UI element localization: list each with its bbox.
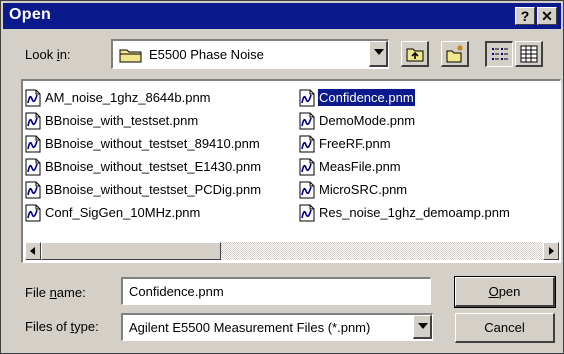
pnm-file-icon <box>25 181 41 199</box>
scroll-right-button[interactable] <box>543 242 559 260</box>
help-button[interactable]: ? <box>515 7 535 25</box>
look-in-label-pre: Look <box>25 47 57 62</box>
window-title: Open <box>9 6 52 23</box>
open-button-label: pen <box>498 284 521 299</box>
file-name-text: DemoMode.pnm <box>319 113 416 128</box>
look-in-label: Look in: <box>25 47 71 62</box>
pnm-file-icon <box>25 112 41 130</box>
create-new-folder-icon <box>446 45 463 63</box>
files-of-type-label-post: ype: <box>74 319 99 334</box>
chevron-down-icon <box>418 323 428 329</box>
pnm-file-icon <box>299 181 315 199</box>
list-view-icon <box>492 48 508 60</box>
file-name-text: MicroSRC.pnm <box>319 182 408 197</box>
pnm-file-icon <box>299 158 315 176</box>
look-in-combobox[interactable]: E5500 Phase Noise <box>111 39 389 69</box>
file-name-input[interactable]: Confidence.pnm <box>121 277 431 305</box>
pnm-file-icon <box>299 135 315 153</box>
scroll-left-button[interactable] <box>25 242 41 260</box>
file-name-text: BBnoise_without_testset_PCDig.pnm <box>45 182 262 197</box>
files-of-type-label: Files of type: <box>25 319 99 334</box>
file-name-text: BBnoise_without_testset_E1430.pnm <box>45 159 262 174</box>
open-button-accel: O <box>488 284 499 299</box>
pnm-file-icon <box>299 89 315 107</box>
pnm-file-icon <box>25 135 41 153</box>
file-name-text: MeasFile.pnm <box>319 159 401 174</box>
files-of-type-label-pre: Files of <box>25 319 71 334</box>
open-button[interactable]: Open <box>454 276 556 308</box>
file-list[interactable]: AM_noise_1ghz_8644b.pnm BBnoise_with_test… <box>21 79 561 263</box>
pnm-file-icon <box>25 158 41 176</box>
pnm-file-icon <box>25 204 41 222</box>
pnm-file-icon <box>25 89 41 107</box>
cancel-button[interactable]: Cancel <box>455 313 555 343</box>
arrow-right-icon <box>549 247 554 255</box>
look-in-dropdown-button[interactable] <box>369 41 388 67</box>
list-view-button[interactable] <box>485 41 513 67</box>
file-name-text: FreeRF.pnm <box>319 136 391 151</box>
file-name-text: AM_noise_1ghz_8644b.pnm <box>45 90 211 105</box>
pnm-file-icon <box>299 204 315 222</box>
close-button[interactable]: ✕ <box>537 7 557 25</box>
look-in-value: E5500 Phase Noise <box>149 47 264 62</box>
file-name-label-post: ame: <box>56 285 86 300</box>
details-view-button[interactable] <box>515 41 543 67</box>
arrow-left-icon <box>30 247 35 255</box>
file-name-text: Res_noise_1ghz_demoamp.pnm <box>319 205 510 220</box>
chevron-down-icon <box>374 49 384 55</box>
up-one-level-icon <box>406 48 424 62</box>
details-view-icon <box>520 45 538 63</box>
file-name-value: Confidence.pnm <box>129 284 224 299</box>
files-of-type-dropdown-button[interactable] <box>413 315 432 339</box>
horizontal-scrollbar[interactable] <box>25 242 559 260</box>
pnm-file-icon <box>299 112 315 130</box>
file-name-label-pre: File <box>25 285 50 300</box>
scrollbar-thumb[interactable] <box>41 242 221 260</box>
folder-icon <box>119 49 142 63</box>
open-dialog: Open ? ✕ Look in: E5500 Phase Noise AM_n… <box>0 0 564 354</box>
file-name-label: File name: <box>25 285 86 300</box>
file-name-text: Conf_SigGen_10MHz.pnm <box>45 205 201 220</box>
files-of-type-combobox[interactable]: Agilent E5500 Measurement Files (*.pnm) <box>121 313 433 341</box>
files-of-type-value: Agilent E5500 Measurement Files (*.pnm) <box>129 320 371 335</box>
file-name-label-accel: n <box>49 285 57 300</box>
up-one-level-button[interactable] <box>401 41 429 67</box>
create-new-folder-button[interactable] <box>441 41 469 67</box>
file-name-text: BBnoise_without_testset_89410.pnm <box>45 136 260 151</box>
file-name-text: BBnoise_with_testset.pnm <box>45 113 199 128</box>
file-name-text: Confidence.pnm <box>317 88 416 107</box>
title-bar[interactable]: Open ? ✕ <box>3 3 561 29</box>
look-in-label-post: n: <box>59 47 71 62</box>
